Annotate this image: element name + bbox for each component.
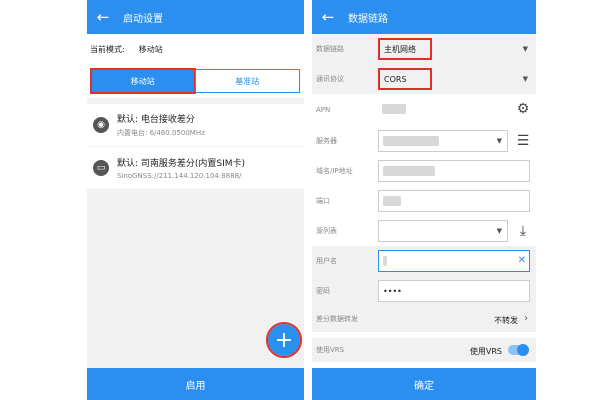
forward-value: 不转发 xyxy=(494,316,518,325)
startup-settings-screen: ← 启动设置 当前模式: 移动站 移动站 基准站 ◉ 默认: 电台接收差分 内置… xyxy=(87,0,304,400)
back-arrow-icon[interactable]: ← xyxy=(91,8,115,26)
username-input[interactable] xyxy=(378,250,530,272)
server-select[interactable] xyxy=(378,130,508,152)
chevron-down-icon[interactable]: ▼ xyxy=(497,227,502,235)
server-label: 服务器 xyxy=(316,137,337,145)
current-mode-label: 当前模式: xyxy=(90,44,125,54)
apn-label: APN xyxy=(316,106,331,114)
page-title: 数据链路 xyxy=(348,13,388,25)
back-arrow-icon[interactable]: ← xyxy=(316,8,340,26)
vrs-label: 使用VRS xyxy=(316,346,345,354)
list-item-title: 默认: 电台接收差分 xyxy=(117,115,195,125)
chevron-right-icon: › xyxy=(524,313,528,324)
chevron-down-icon[interactable]: ▼ xyxy=(523,75,528,83)
enable-button[interactable]: 启用 xyxy=(87,368,304,400)
list-item-network-diff[interactable]: ▭ 默认: 司南服务差分(内置SIM卡) SinoGNSS://211.144.… xyxy=(87,147,304,189)
chevron-down-icon[interactable]: ▼ xyxy=(523,45,528,53)
list-item-subtitle: 内置电台: 6/460.0500MHz xyxy=(117,129,205,137)
title-bar: ← 启动设置 xyxy=(87,0,304,34)
source-select[interactable] xyxy=(378,220,508,242)
port-label: 端口 xyxy=(316,197,330,205)
source-label: 源列表 xyxy=(316,227,337,235)
mode-segmented-control: 移动站 基准站 xyxy=(87,64,304,98)
radio-icon: ◉ xyxy=(93,117,109,133)
page-title: 启动设置 xyxy=(123,13,163,25)
datalink-screen: ← 数据链路 数据链路 主机网络 ▼ 通讯协议 CORS ▼ APN ⚙ 服务器… xyxy=(312,0,536,400)
source-row: 源列表 ▼ ⤓ xyxy=(312,216,536,246)
port-row: 端口 xyxy=(312,186,536,216)
list-item-subtitle: SinoGNSS://211.144.120.104:8888/ xyxy=(117,172,242,180)
apn-row: APN ⚙ xyxy=(312,94,536,126)
protocol-label: 通讯协议 xyxy=(316,75,344,83)
password-row: 密码 •••• xyxy=(312,276,536,306)
current-mode-row: 当前模式: 移动站 xyxy=(87,34,304,64)
datalink-row: 数据链路 主机网络 ▼ xyxy=(312,34,536,64)
add-button[interactable]: + xyxy=(266,322,302,358)
datalink-label: 数据链路 xyxy=(316,45,344,53)
current-mode-value: 移动站 xyxy=(138,44,163,54)
server-icon: ▭ xyxy=(93,160,109,176)
list-icon[interactable]: ☰ xyxy=(514,132,532,150)
protocol-select[interactable]: CORS xyxy=(378,68,432,90)
forward-label: 差分数据转发 xyxy=(316,315,358,323)
tab-base[interactable]: 基准站 xyxy=(194,69,300,93)
clear-icon[interactable]: ✕ xyxy=(518,255,526,266)
title-bar: ← 数据链路 xyxy=(312,0,536,34)
list-item-title: 默认: 司南服务差分(内置SIM卡) xyxy=(117,159,246,169)
username-row: 用户名 ✕ xyxy=(312,246,536,276)
forward-row[interactable]: 差分数据转发 不转发 › xyxy=(312,306,536,332)
tab-rover[interactable]: 移动站 xyxy=(90,68,196,94)
confirm-button[interactable]: 确定 xyxy=(312,368,536,400)
gear-icon[interactable]: ⚙ xyxy=(514,100,532,118)
vrs-toggle-label: 使用VRS xyxy=(469,347,502,356)
domain-label: 域名/IP地址 xyxy=(316,167,353,175)
password-input[interactable]: •••• xyxy=(378,280,530,302)
chevron-down-icon[interactable]: ▼ xyxy=(497,137,502,145)
domain-input[interactable] xyxy=(378,160,530,182)
server-row: 服务器 ▼ ☰ xyxy=(312,126,536,156)
vrs-row: 使用VRS 使用VRS xyxy=(312,338,536,362)
domain-row: 域名/IP地址 xyxy=(312,156,536,186)
download-icon[interactable]: ⤓ xyxy=(514,222,532,240)
password-label: 密码 xyxy=(316,287,330,295)
apn-input[interactable] xyxy=(378,98,508,120)
vrs-toggle[interactable] xyxy=(508,344,529,356)
protocol-row: 通讯协议 CORS ▼ xyxy=(312,64,536,94)
port-input[interactable] xyxy=(378,190,530,212)
list-item-radio-diff[interactable]: ◉ 默认: 电台接收差分 内置电台: 6/460.0500MHz xyxy=(87,104,304,146)
datalink-select[interactable]: 主机网络 xyxy=(378,38,432,60)
username-label: 用户名 xyxy=(316,257,337,265)
